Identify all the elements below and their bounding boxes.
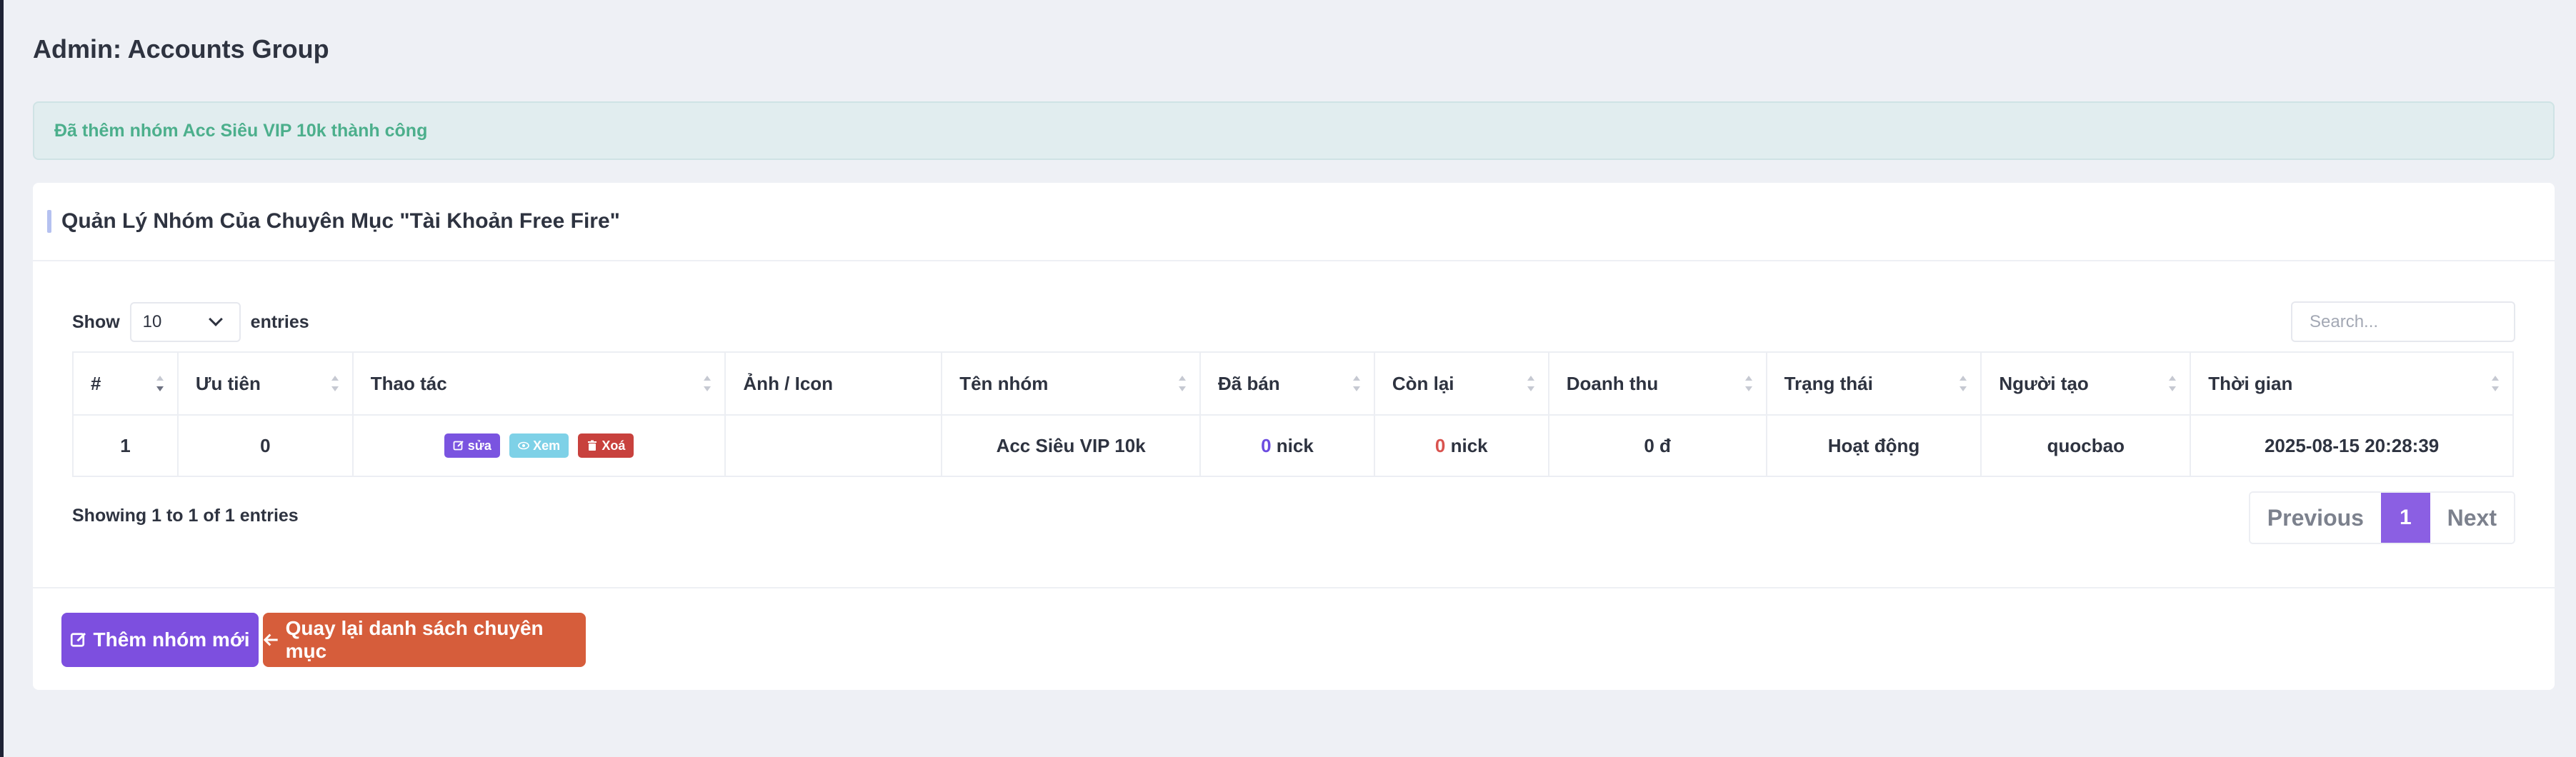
cell-sold: 0 nick bbox=[1199, 414, 1375, 477]
col-header-actions[interactable]: Thao tác bbox=[351, 351, 727, 416]
groups-table: # Ưu tiên Thao tác Ảnh / Icon Tên nhóm Đ… bbox=[72, 351, 2514, 477]
sort-icon bbox=[2168, 376, 2177, 391]
col-header-icon: Ảnh / Icon bbox=[724, 351, 943, 416]
edit-icon bbox=[453, 441, 464, 451]
left-border bbox=[0, 0, 4, 757]
next-button[interactable]: Next bbox=[2430, 493, 2514, 543]
search-input[interactable] bbox=[2291, 301, 2515, 342]
col-header-sold[interactable]: Đã bán bbox=[1199, 351, 1375, 416]
sort-icon bbox=[1744, 376, 1753, 391]
show-label: Show bbox=[72, 311, 120, 332]
cell-index: 1 bbox=[72, 414, 179, 477]
edit-icon bbox=[71, 632, 86, 647]
cell-revenue: 0 đ bbox=[1547, 414, 1767, 477]
sort-icon bbox=[331, 376, 339, 391]
success-alert: Đã thêm nhóm Acc Siêu VIP 10k thành công bbox=[33, 101, 2555, 160]
entries-label: entries bbox=[250, 311, 309, 332]
cell-priority: 0 bbox=[176, 414, 354, 477]
sort-icon bbox=[703, 376, 712, 391]
cell-icon bbox=[724, 414, 943, 477]
length-control: Show 10 entries bbox=[72, 302, 309, 342]
card-title: Quản Lý Nhóm Của Chuyên Mục "Tài Khoản F… bbox=[61, 209, 620, 233]
table-header-row: # Ưu tiên Thao tác Ảnh / Icon Tên nhóm Đ… bbox=[72, 351, 2514, 416]
title-accent-bar bbox=[47, 210, 51, 233]
chevron-down-icon bbox=[208, 312, 223, 326]
remaining-count: 0 bbox=[1434, 434, 1446, 456]
table-row: 1 0 sửa Xem Xoá Acc Siêu VIP 10k 0 nick … bbox=[72, 414, 2514, 477]
groups-card: Quản Lý Nhóm Của Chuyên Mục "Tài Khoản F… bbox=[33, 183, 2555, 690]
add-group-button[interactable]: Thêm nhóm mới bbox=[61, 613, 259, 667]
col-header-revenue[interactable]: Doanh thu bbox=[1547, 351, 1767, 416]
page-size-value: 10 bbox=[142, 312, 162, 331]
sort-icon bbox=[1178, 376, 1187, 391]
remaining-unit: nick bbox=[1445, 434, 1488, 456]
previous-button[interactable]: Previous bbox=[2250, 493, 2381, 543]
card-footer: Thêm nhóm mới Quay lại danh sách chuyên … bbox=[61, 613, 586, 667]
delete-button[interactable]: Xoá bbox=[578, 433, 634, 458]
back-to-categories-button[interactable]: Quay lại danh sách chuyên mục bbox=[263, 613, 586, 667]
col-header-creator[interactable]: Người tạo bbox=[1980, 351, 2192, 416]
cell-creator: quocbao bbox=[1980, 414, 2192, 477]
page-size-select[interactable]: 10 bbox=[129, 302, 241, 342]
card-divider bbox=[33, 587, 2555, 588]
view-button[interactable]: Xem bbox=[509, 433, 569, 458]
cell-actions: sửa Xem Xoá bbox=[351, 414, 727, 477]
cell-time: 2025-08-15 20:28:39 bbox=[2190, 414, 2514, 477]
col-header-priority[interactable]: Ưu tiên bbox=[176, 351, 354, 416]
table-info: Showing 1 to 1 of 1 entries bbox=[72, 506, 299, 526]
sort-icon bbox=[156, 376, 164, 391]
sold-unit: nick bbox=[1271, 434, 1314, 456]
col-header-group-name[interactable]: Tên nhóm bbox=[941, 351, 1201, 416]
cell-status: Hoạt động bbox=[1765, 414, 1982, 477]
page-1-button[interactable]: 1 bbox=[2380, 493, 2430, 543]
sort-icon bbox=[1959, 376, 1967, 391]
trash-icon bbox=[588, 440, 597, 451]
eye-icon bbox=[518, 441, 529, 450]
edit-button[interactable]: sửa bbox=[444, 433, 500, 458]
col-header-index[interactable]: # bbox=[72, 351, 179, 416]
sold-count: 0 bbox=[1261, 434, 1272, 456]
pagination: Previous 1 Next bbox=[2248, 491, 2515, 544]
col-header-status[interactable]: Trạng thái bbox=[1765, 351, 1982, 416]
arrow-left-icon bbox=[263, 633, 278, 646]
alert-message: Đã thêm nhóm Acc Siêu VIP 10k thành công bbox=[54, 120, 428, 141]
sort-icon bbox=[1352, 376, 1361, 391]
card-header: Quản Lý Nhóm Của Chuyên Mục "Tài Khoản F… bbox=[33, 183, 2555, 261]
page-title: Admin: Accounts Group bbox=[33, 34, 329, 64]
sort-icon bbox=[1527, 376, 1535, 391]
col-header-time[interactable]: Thời gian bbox=[2190, 351, 2514, 416]
cell-remaining: 0 nick bbox=[1373, 414, 1549, 477]
cell-group-name: Acc Siêu VIP 10k bbox=[941, 414, 1201, 477]
sort-icon bbox=[2491, 376, 2500, 391]
col-header-remaining[interactable]: Còn lại bbox=[1373, 351, 1549, 416]
